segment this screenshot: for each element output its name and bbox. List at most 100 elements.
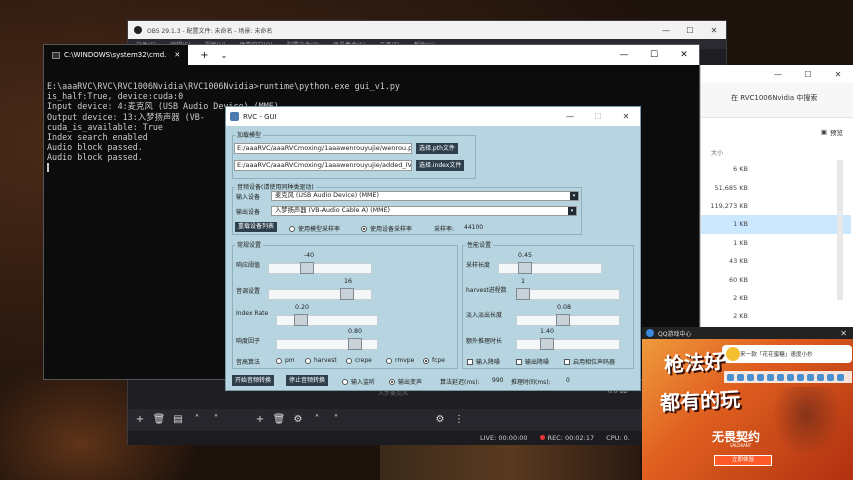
file-explorer-window: — ☐ ✕ 在 RVC1006Nvidia 中搜索 ▣ 预览 大小 6 KB 5… bbox=[700, 65, 853, 327]
f0-method-label: 音高算法 bbox=[236, 359, 261, 366]
f0-radio-rmvpe[interactable]: rmvpe bbox=[386, 357, 414, 364]
remove-scene-icon[interactable]: 🗑 bbox=[152, 413, 166, 427]
index-path-input[interactable]: E:/aaaRVC/aaaRVCmoxing/1aaawenrouyujie/a… bbox=[234, 160, 412, 171]
pth-path-input[interactable]: E:/aaaRVC/aaaRVCmoxing/1aaawenrouyujie/w… bbox=[234, 143, 412, 154]
block-time-slider[interactable]: 0.45 bbox=[498, 252, 602, 274]
source-down-icon[interactable]: ˅ bbox=[329, 413, 343, 427]
size-column-header[interactable]: 大小 bbox=[701, 148, 853, 157]
add-source-icon[interactable]: + bbox=[253, 413, 267, 427]
move-up-icon[interactable]: ˄ bbox=[190, 413, 204, 427]
harvest-processes-slider[interactable]: 1 bbox=[516, 278, 620, 300]
extra-time-slider[interactable]: 1.40 bbox=[516, 328, 620, 350]
rms-slider[interactable]: 0.80 bbox=[276, 328, 378, 350]
move-down-icon[interactable]: ˅ bbox=[209, 413, 223, 427]
maximize-icon[interactable]: ☐ bbox=[678, 26, 702, 35]
ad-play-button[interactable]: 立即体验 bbox=[714, 455, 772, 466]
preview-button[interactable]: 预览 bbox=[830, 127, 843, 137]
mixer-menu-icon[interactable]: ⋮ bbox=[452, 413, 466, 427]
file-row[interactable]: 119,273 KB bbox=[701, 197, 851, 215]
dropdown-arrow-icon[interactable]: ▾ bbox=[570, 192, 578, 200]
file-row[interactable]: 1 KB bbox=[701, 234, 851, 252]
f0-radio-crepe[interactable]: crepe bbox=[346, 357, 372, 364]
ad-close-icon[interactable]: ✕ bbox=[840, 329, 847, 338]
mixer-settings-icon[interactable]: ⚙ bbox=[433, 413, 447, 427]
obs-titlebar[interactable]: OBS 29.1.3 - 配置文件: 未命名 - 场景: 未命名 — ☐ ✕ bbox=[128, 21, 726, 39]
cmd-tab[interactable]: C:\WINDOWS\system32\cmd. ✕ bbox=[44, 45, 189, 65]
file-row[interactable]: 2 KB bbox=[701, 307, 851, 325]
pitch-label: 音调设置 bbox=[236, 288, 261, 295]
input-denoise-checkbox[interactable]: 输入降噪 bbox=[467, 357, 500, 366]
filter-icon[interactable]: ▤ bbox=[171, 413, 185, 427]
stop-conversion-button[interactable]: 停止音频转换 bbox=[286, 375, 329, 386]
new-tab-icon[interactable]: + bbox=[200, 50, 208, 61]
obs-statusbar: LIVE: 00:00:00 REC: 00:02:17 CPU: 0. bbox=[128, 431, 728, 445]
obs-title: OBS 29.1.3 - 配置文件: 未命名 - 场景: 未命名 bbox=[147, 27, 273, 35]
tab-close-icon[interactable]: ✕ bbox=[174, 51, 180, 59]
close-icon[interactable]: ✕ bbox=[702, 26, 726, 35]
close-icon[interactable]: ✕ bbox=[823, 70, 853, 79]
close-icon[interactable]: ✕ bbox=[612, 112, 640, 121]
minimize-icon[interactable]: — bbox=[556, 112, 584, 121]
game-ad-popup[interactable]: QQ游戏中心 ✕ 来一款「花花蜜糖」速度小抄 枪法好 都有的玩 无畏契约 VAL… bbox=[642, 327, 853, 480]
remove-source-icon[interactable]: 🗑 bbox=[272, 413, 286, 427]
file-row[interactable]: 6 KB bbox=[701, 160, 851, 178]
rvc-titlebar[interactable]: RVC - GUI — ☐ ✕ bbox=[226, 107, 640, 126]
rms-label: 响度因子 bbox=[236, 338, 261, 345]
dropdown-arrow-icon[interactable]: ▾ bbox=[568, 207, 576, 215]
reload-devices-button[interactable]: 重载设备列表 bbox=[235, 222, 278, 232]
minimize-icon[interactable]: — bbox=[763, 70, 793, 79]
ad-headline-1: 枪法好 bbox=[663, 348, 725, 378]
cpu-usage: CPU: 0. bbox=[606, 434, 630, 442]
add-scene-icon[interactable]: + bbox=[133, 413, 147, 427]
monitor-input-radio[interactable]: 输入监听 bbox=[342, 377, 375, 386]
maximize-icon[interactable]: ☐ bbox=[584, 112, 612, 121]
file-row[interactable]: 2 KB bbox=[701, 289, 851, 307]
ad-header: QQ游戏中心 ✕ bbox=[642, 327, 853, 339]
source-settings-icon[interactable]: ⚙ bbox=[291, 413, 305, 427]
latency-label: 算法延迟(ms): bbox=[440, 379, 480, 386]
f0-radio-pm[interactable]: pm bbox=[276, 357, 295, 364]
explorer-titlebar[interactable]: — ☐ ✕ bbox=[701, 65, 853, 83]
file-row[interactable]: 51,685 KB bbox=[701, 178, 851, 196]
maximize-icon[interactable]: ☐ bbox=[793, 70, 823, 79]
close-icon[interactable]: ✕ bbox=[669, 50, 699, 60]
tab-dropdown-icon[interactable]: ⌄ bbox=[221, 51, 228, 60]
source-up-icon[interactable]: ˄ bbox=[310, 413, 324, 427]
app-icon bbox=[797, 373, 804, 381]
start-conversion-button[interactable]: 开始音频转换 bbox=[232, 375, 275, 386]
f0-radio-harvest[interactable]: harvest bbox=[305, 357, 337, 364]
select-index-button[interactable]: 选择.index文件 bbox=[416, 160, 465, 171]
rvc-title: RVC - GUI bbox=[243, 112, 277, 121]
obs-dock-toolbar: + 🗑 ▤ ˄ ˅ + 🗑 ⚙ ˄ ˅ ⚙ ⋮ bbox=[128, 409, 728, 431]
minimize-icon[interactable]: — bbox=[609, 50, 639, 60]
explorer-search-input[interactable]: 在 RVC1006Nvidia 中搜索 bbox=[731, 93, 817, 103]
rvc-app-icon bbox=[230, 112, 239, 121]
sample-rate-value: 44100 bbox=[464, 224, 484, 231]
crossfade-slider[interactable]: 0.08 bbox=[516, 304, 620, 326]
pitch-slider[interactable]: 16 bbox=[268, 278, 372, 300]
output-device-select[interactable]: 入梦扬声器 (VB-Audio Cable A) (MME) ▾ bbox=[271, 206, 577, 216]
device-sr-radio[interactable]: 使用设备采样率 bbox=[361, 224, 412, 233]
select-pth-button[interactable]: 选择.pth文件 bbox=[416, 143, 458, 154]
monitor-output-radio[interactable]: 输出变声 bbox=[389, 377, 422, 386]
maximize-icon[interactable]: ☐ bbox=[639, 50, 669, 60]
f0-radio-fcpe[interactable]: fcpe bbox=[423, 357, 445, 364]
file-row[interactable]: 60 KB bbox=[701, 270, 851, 288]
explorer-scrollbar[interactable] bbox=[837, 160, 843, 300]
minimize-icon[interactable]: — bbox=[654, 26, 678, 35]
model-sr-radio[interactable]: 使用模型采样率 bbox=[289, 224, 340, 233]
cmd-titlebar[interactable]: C:\WINDOWS\system32\cmd. ✕ + ⌄ — ☐ ✕ bbox=[44, 45, 699, 65]
input-device-select[interactable]: 麦克风 (USB Audio Device) (MME) ▾ bbox=[271, 191, 579, 201]
crossfade-label: 淡入淡出长度 bbox=[466, 312, 503, 319]
ad-headline-2: 都有的玩 bbox=[659, 386, 741, 416]
output-denoise-checkbox[interactable]: 输出降噪 bbox=[516, 357, 549, 366]
phase-vocoder-checkbox[interactable]: 启用相位声码器 bbox=[564, 357, 615, 366]
file-row-selected[interactable]: 1 KB bbox=[701, 215, 851, 234]
preview-icon[interactable]: ▣ bbox=[821, 128, 827, 136]
file-row[interactable]: 43 KB bbox=[701, 252, 851, 270]
app-icon bbox=[827, 373, 834, 381]
general-settings-label: 常规设置 bbox=[235, 240, 264, 249]
threshold-slider[interactable]: -40 bbox=[268, 252, 372, 274]
app-icon bbox=[807, 373, 814, 381]
index-rate-slider[interactable]: 0.20 bbox=[276, 304, 378, 326]
